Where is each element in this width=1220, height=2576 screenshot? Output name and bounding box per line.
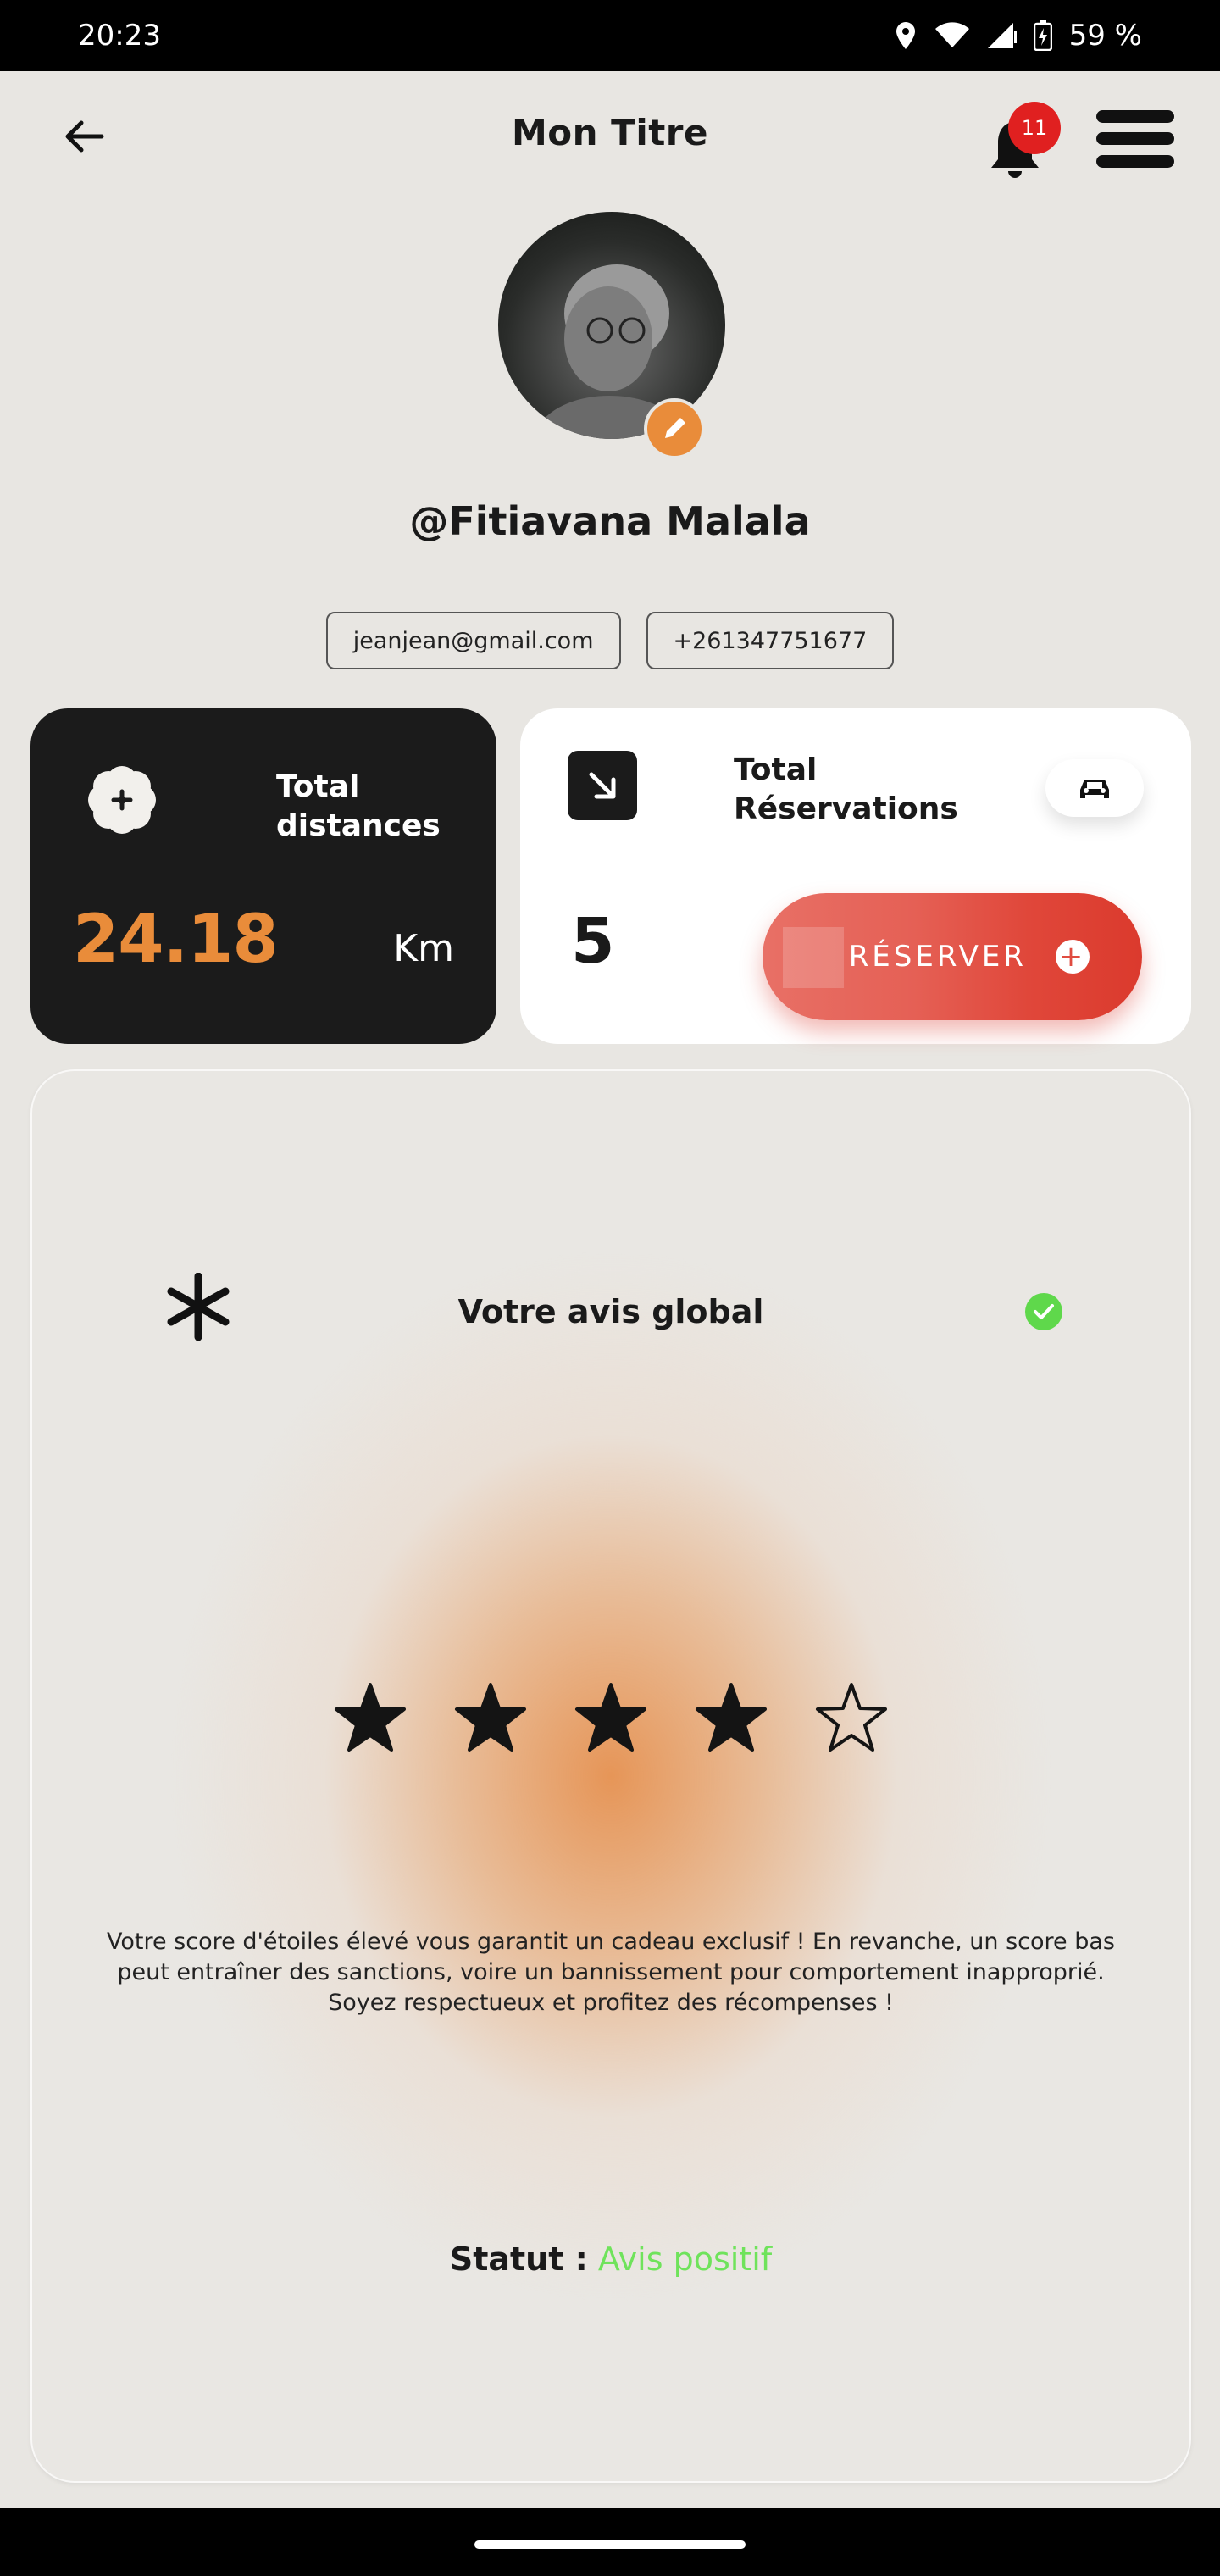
app-header: Mon Titre 11 <box>0 71 1220 198</box>
status-time: 20:23 <box>78 19 161 53</box>
star-filled-icon[interactable] <box>574 1681 647 1754</box>
system-nav-bar <box>0 2508 1220 2576</box>
wifi-icon <box>934 22 969 49</box>
plus-circle-icon: + <box>1056 940 1090 974</box>
flower-plus-icon <box>88 766 156 834</box>
menu-bar <box>1096 109 1174 123</box>
menu-bar <box>1096 155 1174 169</box>
star-filled-icon[interactable] <box>454 1681 527 1754</box>
reservations-value: 5 <box>571 905 615 978</box>
reserve-button-label: RÉSERVER <box>848 940 1027 974</box>
star-rating[interactable] <box>334 1681 927 1766</box>
reservations-card: Total Réservations 5 RÉSERVER + <box>520 708 1191 1044</box>
arrow-down-right-icon <box>589 772 616 799</box>
status-icons: 59 % <box>893 19 1142 53</box>
battery-icon <box>1033 20 1052 51</box>
notification-badge: 11 <box>1008 102 1061 154</box>
reserve-button[interactable]: RÉSERVER + <box>762 893 1142 1020</box>
home-gesture-bar[interactable] <box>474 2540 746 2549</box>
notifications-button[interactable]: 11 <box>988 102 1061 178</box>
review-card: Votre avis global Votre score d'étoiles … <box>30 1069 1191 2483</box>
review-description: Votre score d'étoiles élevé vous garanti… <box>107 1929 1115 2016</box>
star-filled-icon[interactable] <box>695 1681 768 1754</box>
reserve-button-decor <box>783 927 844 988</box>
distance-unit: Km <box>393 927 454 970</box>
email-chip[interactable]: jeanjean@gmail.com <box>325 612 621 669</box>
battery-percent: 59 % <box>1068 19 1142 53</box>
signal-icon <box>986 21 1017 50</box>
star-filled-icon[interactable] <box>334 1681 407 1754</box>
reservations-label: Total Réservations <box>734 752 958 826</box>
distance-label: Total distances <box>276 769 441 843</box>
status-label: Statut : <box>449 2240 588 2278</box>
menu-bar <box>1096 132 1174 146</box>
check-circle-icon <box>1025 1293 1062 1330</box>
username: @Fitiavana Malala <box>409 498 811 544</box>
location-icon <box>893 20 918 51</box>
contact-chips: jeanjean@gmail.com +261347751677 <box>0 612 1220 669</box>
phone-chip[interactable]: +261347751677 <box>646 612 895 669</box>
review-heading: Votre avis global <box>458 1293 764 1330</box>
status-value: Avis positif <box>597 2240 773 2278</box>
edit-avatar-button[interactable] <box>644 398 705 459</box>
status-bar: 20:23 59 % <box>0 0 1220 71</box>
reservations-icon-box <box>568 751 637 820</box>
pencil-icon <box>665 418 685 438</box>
car-chip[interactable] <box>1045 759 1144 817</box>
star-empty-icon[interactable] <box>815 1681 888 1754</box>
review-status: Statut : Avis positif <box>32 2240 1190 2278</box>
menu-button[interactable] <box>1096 105 1174 173</box>
distance-value: 24.18 <box>73 902 279 978</box>
car-icon <box>1080 780 1109 798</box>
distance-card: Total distances 24.18 Km <box>30 708 496 1044</box>
